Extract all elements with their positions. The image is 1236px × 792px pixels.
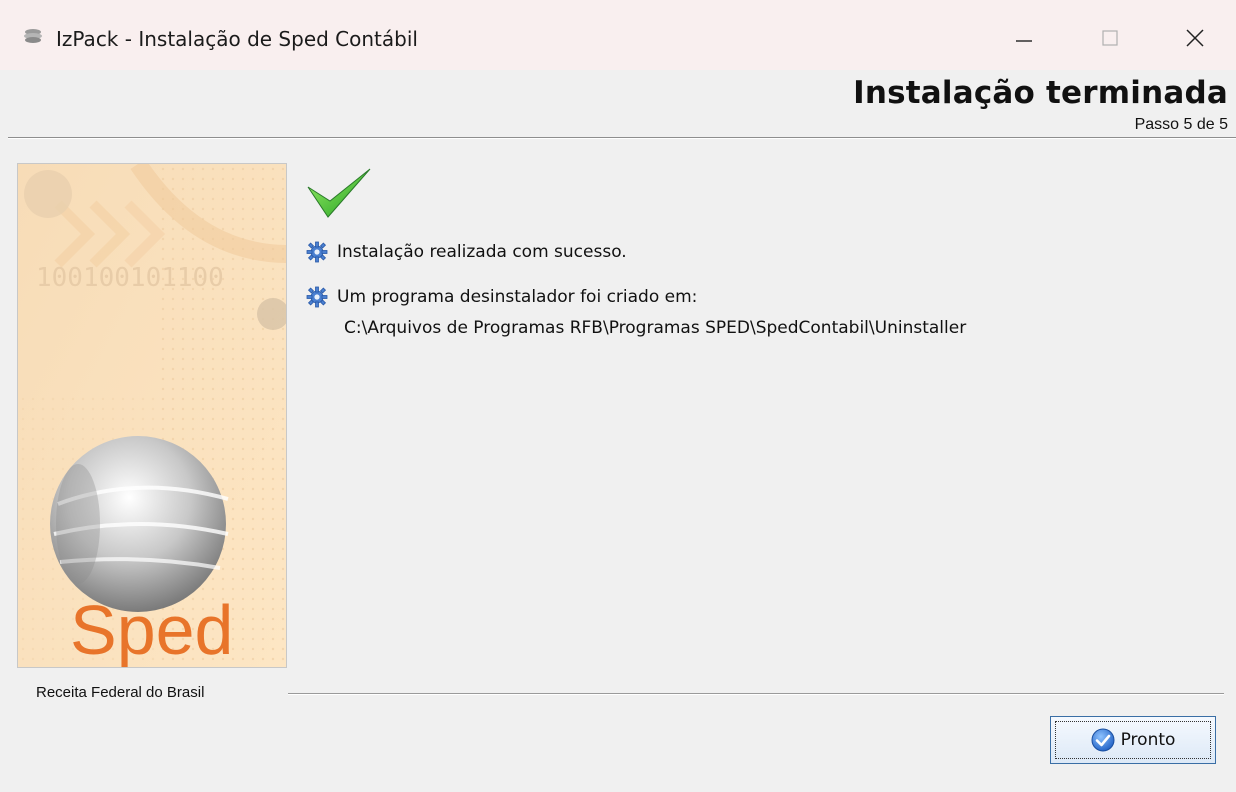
minimize-button[interactable] xyxy=(994,18,1054,58)
binary-decoration: 100100101100 xyxy=(36,263,224,293)
window-title: IzPack - Instalação de Sped Contábil xyxy=(56,27,418,51)
page-title: Instalação terminada xyxy=(853,75,1228,111)
message-success: Instalação realizada com sucesso. xyxy=(306,240,627,264)
minimize-icon xyxy=(1016,40,1032,42)
done-button[interactable]: Pronto xyxy=(1050,716,1216,764)
organization-label: Receita Federal do Brasil xyxy=(36,684,205,701)
footer-divider-highlight xyxy=(288,694,1224,695)
maximize-icon xyxy=(1102,30,1118,46)
app-icon xyxy=(24,29,42,43)
sped-logo-text: Sped xyxy=(70,591,233,667)
side-banner-image: 100100101100 Sped xyxy=(17,163,287,668)
checkmark-icon xyxy=(307,168,371,218)
header-divider-highlight xyxy=(8,138,1236,139)
title-bar: IzPack - Instalação de Sped Contábil xyxy=(0,0,1236,70)
maximize-button[interactable] xyxy=(1080,18,1140,58)
check-circle-icon xyxy=(1091,728,1115,752)
gear-icon xyxy=(306,241,328,263)
gear-icon xyxy=(306,286,328,308)
done-button-label: Pronto xyxy=(1120,730,1176,750)
step-indicator: Passo 5 de 5 xyxy=(1134,116,1228,133)
success-message: Instalação realizada com sucesso. xyxy=(337,242,627,262)
uninstaller-message: Um programa desinstalador foi criado em: xyxy=(337,287,698,307)
close-icon xyxy=(1186,29,1204,47)
message-uninstaller: Um programa desinstalador foi criado em: xyxy=(306,285,697,309)
close-button[interactable] xyxy=(1165,18,1225,58)
uninstaller-path: C:\Arquivos de Programas RFB\Programas S… xyxy=(344,318,967,338)
